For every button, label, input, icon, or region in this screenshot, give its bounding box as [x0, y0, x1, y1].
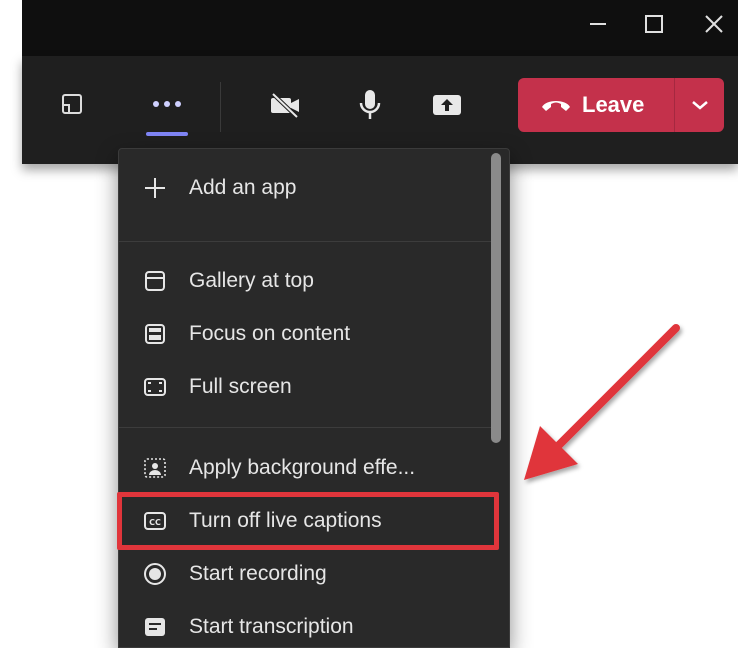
menu-divider — [119, 427, 493, 428]
record-icon — [141, 560, 169, 588]
close-icon — [705, 15, 723, 33]
leave-button[interactable]: Leave — [518, 78, 724, 132]
close-button[interactable] — [694, 6, 734, 42]
more-actions-button[interactable] — [144, 82, 190, 126]
more-icon — [153, 101, 181, 107]
mic-toggle-button[interactable] — [348, 82, 392, 128]
menu-item-focus-on-content[interactable]: Focus on content — [119, 309, 493, 359]
leave-options-button[interactable] — [675, 78, 724, 132]
gallery-icon — [141, 267, 169, 295]
leave-main-action[interactable]: Leave — [518, 78, 674, 132]
minimize-icon — [590, 23, 606, 25]
share-tray-icon — [433, 95, 461, 115]
background-effects-icon — [141, 454, 169, 482]
plus-icon — [141, 174, 169, 202]
share-screen-button[interactable] — [50, 82, 94, 126]
menu-item-label: Gallery at top — [189, 269, 314, 292]
chevron-down-icon — [691, 101, 708, 110]
pointer-arrow-icon — [524, 324, 680, 480]
menu-item-label: Add an app — [189, 176, 297, 199]
maximize-icon — [645, 15, 663, 33]
menu-divider — [119, 241, 493, 242]
menu-item-label: Full screen — [189, 375, 292, 398]
fullscreen-icon — [141, 373, 169, 401]
menu-item-add-app[interactable]: Add an app — [119, 163, 493, 213]
menu-item-label: Start recording — [189, 562, 327, 585]
minimize-button[interactable] — [578, 6, 618, 42]
menu-item-live-captions[interactable]: CC Turn off live captions — [119, 496, 493, 546]
transcription-icon — [141, 613, 169, 641]
menu-item-label: Start transcription — [189, 615, 354, 638]
microphone-icon — [359, 90, 381, 119]
menu-item-label: Turn off live captions — [189, 509, 382, 532]
cc-icon: CC — [141, 507, 169, 535]
menu-item-label: Focus on content — [189, 322, 351, 345]
svg-text:CC: CC — [149, 518, 161, 527]
share-content-button[interactable] — [424, 82, 470, 128]
cast-icon — [62, 94, 82, 114]
menu-scrollbar[interactable] — [491, 153, 501, 443]
menu-item-start-recording[interactable]: Start recording — [119, 549, 493, 599]
toolbar-separator — [220, 82, 221, 132]
menu-item-label: Apply background effe... — [189, 456, 416, 479]
maximize-button[interactable] — [634, 6, 674, 42]
hang-up-icon — [542, 101, 570, 111]
leave-label: Leave — [582, 92, 645, 117]
focus-icon — [141, 320, 169, 348]
menu-item-start-transcription[interactable]: Start transcription — [119, 602, 493, 647]
more-actions-menu: Add an app Gallery at top Focus on conte… — [118, 148, 510, 648]
camera-off-icon — [271, 92, 299, 119]
menu-item-gallery-at-top[interactable]: Gallery at top — [119, 256, 493, 306]
menu-item-background-effects[interactable]: Apply background effe... — [119, 443, 493, 493]
menu-item-full-screen[interactable]: Full screen — [119, 362, 493, 412]
active-tab-indicator — [146, 132, 188, 136]
title-bar — [22, 0, 738, 56]
camera-toggle-button[interactable] — [262, 82, 308, 128]
